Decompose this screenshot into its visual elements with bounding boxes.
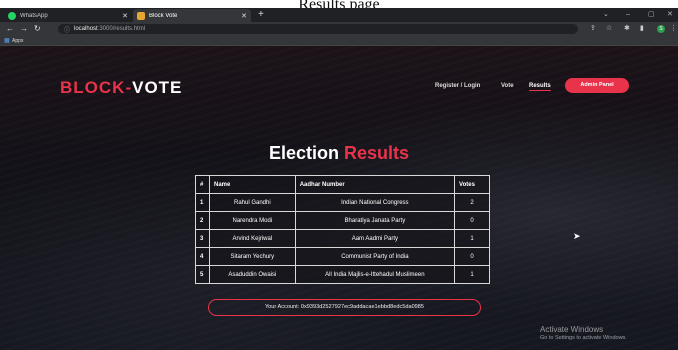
nav-vote[interactable]: Vote <box>501 83 514 89</box>
logo-vote: VOTE <box>132 78 183 97</box>
nav-register-login[interactable]: Register / Login <box>435 83 480 89</box>
results-table: # Name Aadhar Number Votes 1 Rahul Gandh… <box>195 175 490 284</box>
tab-strip: WhatsApp ✕ Block Vote ✕ + ⌄ – ▢ ✕ <box>0 8 678 22</box>
candidate-party: Aam Aadmi Party <box>294 229 456 248</box>
table-row: 4 Sitaram Yechury Communist Party of Ind… <box>195 247 490 266</box>
header-aadhar-number: Aadhar Number <box>294 175 456 194</box>
row-number: 2 <box>195 211 210 230</box>
header-votes: Votes <box>454 175 490 194</box>
vote-count: 1 <box>454 265 490 284</box>
logo-block: BLOCK- <box>60 78 133 97</box>
candidate-party: Bharatiya Janata Party <box>294 211 456 230</box>
tab-block-vote[interactable]: Block Vote ✕ <box>133 9 251 22</box>
close-tab-icon[interactable]: ✕ <box>241 12 247 20</box>
tab-search-icon[interactable]: ⌄ <box>603 9 609 21</box>
candidate-name: Sitaram Yechury <box>208 247 296 266</box>
table-row: 1 Rahul Gandhi Indian National Congress … <box>195 193 490 212</box>
mouse-cursor-icon: ➤ <box>573 231 581 241</box>
info-icon[interactable]: ⓘ <box>64 25 70 34</box>
bookmarks-bar: ▦ Apps <box>0 36 678 46</box>
maximize-icon[interactable]: ▢ <box>648 9 655 21</box>
tab-label: WhatsApp <box>20 12 48 19</box>
bookmark-apps[interactable]: Apps <box>12 38 23 44</box>
minimize-icon[interactable]: – <box>626 9 630 21</box>
title-election: Election <box>268 143 339 163</box>
table-row: 2 Narendra Modi Bharatiya Janata Party 0 <box>195 211 490 230</box>
account-address-badge: Your Account: 0x9393d2527927ec9addacae1e… <box>208 299 481 316</box>
apps-grid-icon[interactable]: ▦ <box>4 38 10 44</box>
tab-label: Block Vote <box>149 12 178 19</box>
url-path: :3000/results.html <box>97 26 146 32</box>
vote-count: 0 <box>454 211 490 230</box>
candidate-name: Rahul Gandhi <box>208 193 296 212</box>
page-title: Election Results <box>0 143 678 164</box>
side-panel-icon[interactable]: ▮ <box>640 23 644 35</box>
tab-whatsapp[interactable]: WhatsApp ✕ <box>4 9 132 22</box>
nav-results[interactable]: Results <box>529 83 551 91</box>
block-vote-favicon <box>137 11 145 20</box>
back-icon[interactable]: ← <box>6 23 14 35</box>
header-name: Name <box>208 175 296 194</box>
watermark-title: Activate Windows <box>540 325 604 334</box>
row-number: 3 <box>195 229 210 248</box>
candidate-name: Asaduddin Owaisi <box>208 265 296 284</box>
vote-count: 1 <box>454 229 490 248</box>
share-icon[interactable]: ⇪ <box>590 23 596 35</box>
table-row: 5 Asaduddin Owaisi All India Majlis-e-It… <box>195 265 490 284</box>
candidate-name: Arvind Kejriwal <box>208 229 296 248</box>
url-host: localhost <box>74 26 98 32</box>
candidate-party: Indian National Congress <box>294 193 456 212</box>
browser-window: WhatsApp ✕ Block Vote ✕ + ⌄ – ▢ ✕ ← → ↻ … <box>0 8 678 350</box>
close-window-icon[interactable]: ✕ <box>667 9 673 21</box>
page-viewport: BLOCK-VOTE Register / Login Vote Results… <box>0 46 678 350</box>
candidate-party: All India Majlis-e-Ittehadul Muslimeen <box>294 265 456 284</box>
table-header-row: # Name Aadhar Number Votes <box>195 175 490 194</box>
row-number: 1 <box>195 193 210 212</box>
table-row: 3 Arvind Kejriwal Aam Aadmi Party 1 <box>195 229 490 248</box>
header-number: # <box>195 175 210 194</box>
row-number: 4 <box>195 247 210 266</box>
candidate-name: Narendra Modi <box>208 211 296 230</box>
extensions-icon[interactable]: ✱ <box>624 23 630 35</box>
close-tab-icon[interactable]: ✕ <box>122 12 128 20</box>
new-tab-button[interactable]: + <box>258 9 264 21</box>
candidate-party: Communist Party of India <box>294 247 456 266</box>
bookmark-star-icon[interactable]: ☆ <box>606 23 612 35</box>
forward-icon[interactable]: → <box>20 23 28 35</box>
address-bar-row: ← → ↻ ⓘ localhost:3000/results.html ⇪ ☆ … <box>0 22 678 36</box>
title-results: Results <box>344 143 410 163</box>
url-input[interactable]: ⓘ localhost:3000/results.html <box>58 24 578 34</box>
row-number: 5 <box>195 265 210 284</box>
admin-panel-button[interactable]: Admin Panel <box>565 78 629 93</box>
site-logo[interactable]: BLOCK-VOTE <box>60 78 182 98</box>
whatsapp-icon <box>8 11 16 20</box>
windows-activation-watermark: Activate Windows Go to Settings to activ… <box>540 325 627 341</box>
menu-icon[interactable]: ⋮ <box>670 23 677 35</box>
reload-icon[interactable]: ↻ <box>34 23 41 35</box>
profile-avatar[interactable]: S <box>657 25 665 33</box>
vote-count: 2 <box>454 193 490 212</box>
vote-count: 0 <box>454 247 490 266</box>
watermark-subtitle: Go to Settings to activate Windows. <box>540 335 627 341</box>
